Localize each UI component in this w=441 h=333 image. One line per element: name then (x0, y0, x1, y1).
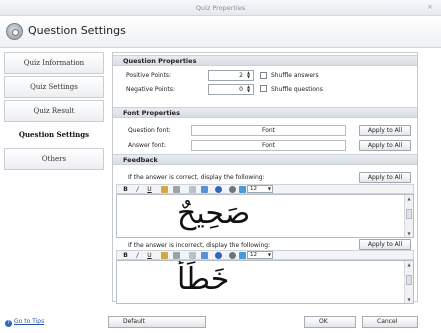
bold-button[interactable]: B (122, 186, 129, 193)
font-size-select[interactable]: 12 ▼ (247, 251, 273, 259)
correct-feedback-label: If the answer is correct, display the fo… (128, 174, 265, 181)
negative-points-label: Negative Points: (126, 86, 175, 93)
settings-panel: Question Properties Positive Points: 2 ▲… (112, 52, 418, 304)
default-button[interactable]: Default (108, 316, 206, 328)
incorrect-feedback-text: خَطَأٌ (177, 262, 230, 297)
incorrect-feedback-editor[interactable]: خَطَأٌ ▲ ▼ (116, 260, 414, 304)
window-title: Quiz Properties (195, 4, 246, 12)
question-font-apply-button[interactable]: Apply to All (359, 125, 411, 136)
shuffle-questions-checkbox[interactable] (260, 85, 267, 92)
underline-button[interactable]: U (146, 252, 153, 259)
font-size-value: 12 (250, 186, 257, 192)
chevron-down-icon: ▼ (267, 186, 271, 191)
symbol-icon[interactable] (239, 186, 246, 193)
positive-points-label: Positive Points: (126, 72, 172, 79)
ok-button[interactable]: OK (304, 316, 356, 328)
close-icon[interactable]: × (427, 3, 433, 11)
go-to-tips-label: Go to Tips (14, 318, 45, 325)
negative-points-value: 0 (239, 86, 243, 93)
paint-icon[interactable] (161, 186, 168, 193)
image-icon[interactable] (173, 252, 180, 259)
stepper-arrows-icon[interactable]: ▲ ▼ (245, 71, 252, 80)
correct-feedback-apply-button[interactable]: Apply to All (359, 172, 411, 183)
scroll-thumb[interactable] (406, 275, 412, 285)
font-size-select[interactable]: 12 ▼ (247, 185, 273, 193)
sidebar-item-quiz-result[interactable]: Quiz Result (4, 100, 104, 122)
info-icon[interactable] (215, 252, 222, 259)
sidebar-item-others[interactable]: Others (4, 148, 104, 170)
scroll-down-icon[interactable]: ▼ (405, 297, 413, 302)
scroll-thumb[interactable] (406, 209, 412, 219)
bold-button[interactable]: B (122, 252, 129, 259)
editor-scrollbar[interactable]: ▲ ▼ (404, 195, 413, 237)
link-icon[interactable] (201, 186, 208, 193)
info-icon[interactable] (215, 186, 222, 193)
sidebar-item-quiz-information[interactable]: Quiz Information (4, 52, 104, 74)
answer-font-apply-button[interactable]: Apply to All (359, 140, 411, 151)
section-feedback: Feedback (113, 154, 417, 165)
editor-scrollbar[interactable]: ▲ ▼ (404, 261, 413, 303)
help-icon: ? (5, 320, 12, 327)
symbol-icon[interactable] (239, 252, 246, 259)
image-icon[interactable] (173, 186, 180, 193)
media-icon[interactable] (229, 186, 236, 193)
table-icon[interactable] (189, 186, 196, 193)
italic-button[interactable]: / (134, 252, 141, 259)
positive-points-value: 2 (239, 72, 243, 79)
answer-font-field[interactable]: Font (191, 140, 346, 151)
page-header: Question Settings (0, 16, 441, 48)
scroll-up-icon[interactable]: ▲ (405, 196, 413, 201)
go-to-tips-link[interactable]: ? Go to Tips (5, 318, 44, 327)
shuffle-answers-checkbox[interactable] (260, 72, 267, 79)
shuffle-questions-label: Shuffle questions (271, 86, 323, 93)
window-titlebar: Quiz Properties × (0, 0, 441, 16)
section-font-properties: Font Properties (113, 107, 417, 118)
sidebar-item-quiz-settings[interactable]: Quiz Settings (4, 76, 104, 98)
section-question-properties: Question Properties (113, 55, 417, 66)
cancel-button[interactable]: Cancel (362, 316, 418, 328)
media-icon[interactable] (229, 252, 236, 259)
sidebar: Quiz Information Quiz Settings Quiz Resu… (4, 52, 104, 307)
question-font-field[interactable]: Font (191, 125, 346, 136)
answer-font-label: Answer font: (128, 142, 166, 149)
sidebar-item-question-settings[interactable]: Question Settings (4, 124, 104, 146)
scroll-down-icon[interactable]: ▼ (405, 231, 413, 236)
incorrect-feedback-apply-button[interactable]: Apply to All (359, 239, 411, 250)
incorrect-feedback-toolbar: B / U 12 ▼ (116, 250, 414, 260)
shuffle-answers-label: Shuffle answers (271, 72, 319, 79)
question-font-label: Question font: (128, 127, 171, 134)
chevron-down-icon: ▼ (267, 252, 271, 257)
font-size-value: 12 (250, 252, 257, 258)
link-icon[interactable] (201, 252, 208, 259)
table-icon[interactable] (189, 252, 196, 259)
correct-feedback-text: صَحِيحٌ (177, 196, 251, 231)
scroll-up-icon[interactable]: ▲ (405, 262, 413, 267)
italic-button[interactable]: / (134, 186, 141, 193)
underline-button[interactable]: U (146, 186, 153, 193)
paint-icon[interactable] (161, 252, 168, 259)
page-title: Question Settings (28, 24, 126, 37)
gear-icon (6, 23, 23, 40)
correct-feedback-toolbar: B / U 12 ▼ (116, 184, 414, 194)
correct-feedback-editor[interactable]: صَحِيحٌ ▲ ▼ (116, 194, 414, 238)
incorrect-feedback-label: If the answer is incorrect, display the … (128, 242, 271, 249)
negative-points-stepper[interactable]: 0 ▲ ▼ (208, 84, 254, 95)
positive-points-stepper[interactable]: 2 ▲ ▼ (208, 70, 254, 81)
stepper-arrows-icon[interactable]: ▲ ▼ (245, 85, 252, 94)
